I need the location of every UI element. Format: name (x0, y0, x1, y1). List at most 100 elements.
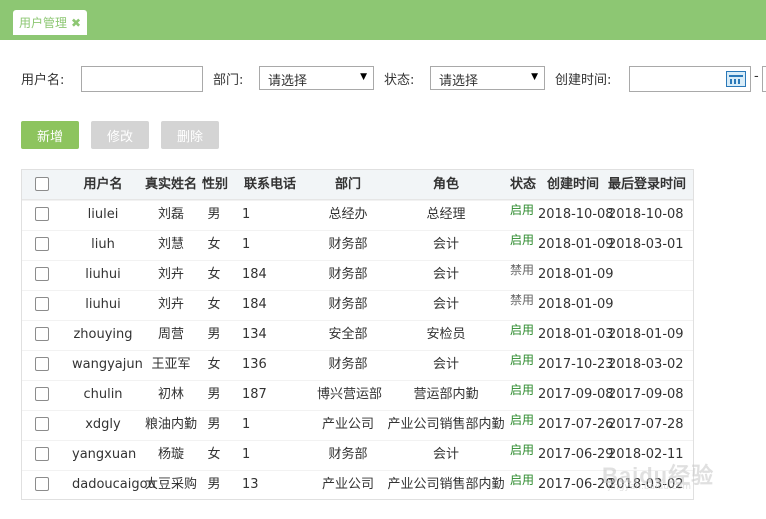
delete-button[interactable]: 删除 (161, 121, 219, 149)
cell-gender: 女 (207, 297, 221, 312)
cell-role: 会计 (432, 447, 459, 462)
username-input[interactable] (81, 66, 203, 92)
cell-phone: 13 (242, 477, 259, 492)
created-start-input[interactable] (629, 66, 751, 92)
table-row[interactable]: liuh 刘慧 女 1 财务部 会计 2018-01-09 2018-03-01 启用 (22, 230, 693, 260)
row-checkbox[interactable] (35, 447, 49, 461)
col-username[interactable]: 用户名 (72, 170, 134, 200)
col-last-login[interactable]: 最后登录时间 (608, 170, 693, 200)
col-gender[interactable]: 性别 (202, 170, 228, 200)
tab-user-management[interactable]: 用户管理 ✖ (13, 10, 88, 35)
cell-phone: 134 (242, 327, 267, 342)
cell-name: 初林 (157, 387, 184, 402)
cell-username: wangyajun (72, 357, 143, 372)
row-checkbox[interactable] (35, 357, 49, 371)
row-checkbox[interactable] (35, 267, 49, 281)
close-icon[interactable]: ✖ (71, 16, 81, 30)
cell-last: 2018-10-08 (608, 207, 684, 222)
table-row[interactable]: zhouying 周营 男 134 安全部 安检员 2018-01-03 2018-01-09… (22, 320, 693, 350)
col-dept[interactable]: 部门 (317, 170, 379, 200)
cell-gender: 女 (207, 357, 221, 372)
row-checkbox[interactable] (35, 237, 49, 251)
cell-gender: 男 (207, 477, 221, 492)
watermark-sub: jingyan.baidu.com (608, 482, 692, 492)
col-phone[interactable]: 联系电话 (235, 170, 305, 200)
cell-username: dadoucaigou (72, 477, 156, 492)
username-label: 用户名: (21, 73, 65, 88)
cell-dept: 总经办 (328, 207, 368, 222)
cell-status: 启用 (510, 203, 535, 217)
table-row[interactable]: wangyajun 王亚军 女 136 财务部 会计 2017-10-23 2018-03-0… (22, 350, 693, 380)
dept-select[interactable]: 请选择 ▼ (259, 66, 374, 90)
cell-role: 会计 (432, 297, 459, 312)
table-row[interactable]: liuhui 刘卉 女 184 财务部 会计 2018-01-09 禁用 (22, 260, 693, 290)
cell-role: 总经理 (426, 207, 466, 222)
filter-bar: 用户名: 部门: 请选择 ▼ 状态: 请选择 ▼ 创建时间: - (0, 64, 766, 94)
cell-gender: 女 (207, 267, 221, 282)
table-row[interactable]: chulin 初林 男 187 博兴营运部 营运部内勤 2017-09-08 2017-09-… (22, 380, 693, 410)
cell-username: liulei (87, 207, 119, 222)
table-row[interactable]: liulei 刘磊男 1 总经办 总经理 2018-10-08 2018-10-08 启用 (22, 200, 693, 230)
cell-name: 杨璇 (157, 447, 184, 462)
cell-role: 会计 (432, 357, 459, 372)
cell-name: 周营 (157, 327, 184, 342)
cell-phone: 187 (242, 387, 267, 402)
status-select[interactable]: 请选择 ▼ (430, 66, 545, 90)
cell-phone: 1 (242, 447, 251, 462)
cell-phone: 184 (242, 267, 267, 282)
chevron-down-icon: ▼ (531, 72, 538, 82)
cell-created: 2017-07-26 (538, 417, 614, 432)
row-checkbox[interactable] (35, 297, 49, 311)
cell-last: 2018-03-02 (608, 357, 684, 372)
cell-name: 刘磊 (157, 207, 184, 222)
cell-status: 启用 (510, 323, 535, 337)
calendar-icon[interactable] (726, 71, 746, 87)
cell-dept: 财务部 (328, 237, 368, 252)
cell-name: 刘卉 (157, 267, 184, 282)
cell-dept: 财务部 (328, 267, 368, 282)
cell-role: 会计 (432, 237, 459, 252)
cell-name: 王亚军 (151, 357, 191, 372)
row-checkbox[interactable] (35, 327, 49, 341)
cell-role: 产业公司销售部内勤 (387, 477, 505, 492)
cell-status: 启用 (510, 413, 535, 427)
cell-created: 2018-01-09 (538, 267, 614, 282)
table-row[interactable]: xdgly 粮油内勤男 1 产业公司 产业公司销售部内勤 2017-07-26 2017-0… (22, 410, 693, 440)
table-header: 用户名 真实姓名 性别 联系电话 部门 角色 状态 创建时间 最后登录时间 (22, 170, 693, 200)
cell-created: 2017-10-23 (538, 357, 614, 372)
cell-created: 2018-10-08 (538, 207, 614, 222)
row-checkbox[interactable] (35, 207, 49, 221)
cell-gender: 男 (207, 207, 221, 222)
cell-gender: 女 (207, 447, 221, 462)
cell-dept: 财务部 (328, 297, 368, 312)
add-button[interactable]: 新增 (21, 121, 79, 149)
cell-phone: 1 (242, 417, 251, 432)
cell-dept: 产业公司 (321, 417, 374, 432)
top-bar: 用户管理 ✖ (0, 0, 766, 40)
cell-name: 刘卉 (157, 297, 184, 312)
cell-username: chulin (83, 387, 123, 402)
cell-dept: 博兴营运部 (317, 387, 383, 402)
cell-name: 粮油内勤 (144, 417, 197, 432)
row-checkbox[interactable] (35, 387, 49, 401)
select-all-checkbox[interactable] (35, 177, 49, 191)
cell-phone: 1 (242, 237, 251, 252)
cell-name: 大豆采购 (144, 477, 197, 492)
cell-last (608, 260, 692, 290)
created-end-input[interactable] (762, 66, 766, 92)
col-created[interactable]: 创建时间 (543, 170, 603, 200)
col-realname[interactable]: 真实姓名 (141, 170, 201, 200)
cell-last: 2018-01-09 (608, 327, 684, 342)
edit-button[interactable]: 修改 (91, 121, 149, 149)
row-checkbox[interactable] (35, 477, 49, 491)
cell-created: 2018-01-03 (538, 327, 614, 342)
status-select-value: 请选择 (439, 74, 479, 89)
row-checkbox[interactable] (35, 417, 49, 431)
cell-username: xdgly (85, 417, 121, 432)
cell-last: 2018-03-01 (608, 237, 684, 252)
cell-gender: 女 (207, 237, 221, 252)
cell-status: 启用 (510, 353, 535, 367)
dept-label: 部门: (213, 73, 244, 88)
col-role[interactable]: 角色 (390, 170, 502, 200)
table-row[interactable]: liuhui 刘卉 女 184 财务部 会计 2018-01-09 禁用 (22, 290, 693, 320)
